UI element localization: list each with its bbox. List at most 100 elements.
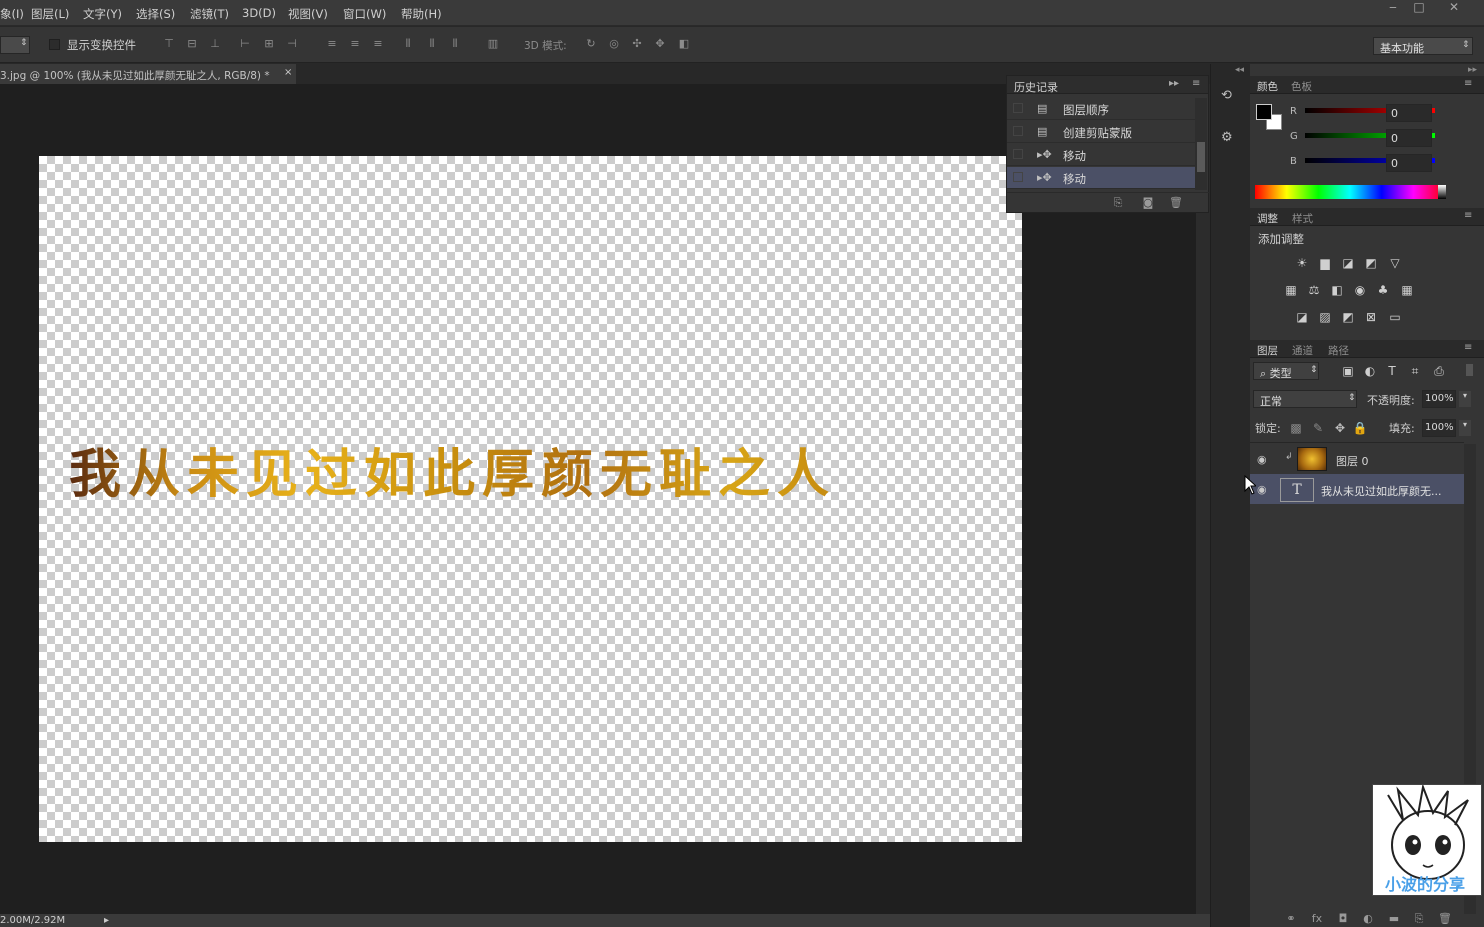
- distribute-bottom-icon[interactable]: ≡: [371, 37, 385, 51]
- menu-3d[interactable]: 3D(D): [242, 6, 276, 20]
- opacity-value[interactable]: 100%: [1422, 390, 1456, 408]
- distribute-left-icon[interactable]: ⦀: [401, 37, 415, 51]
- maximize-button[interactable]: □: [1405, 0, 1433, 14]
- align-top-icon[interactable]: ⊤: [162, 37, 176, 51]
- exposure-icon[interactable]: ◩: [1363, 256, 1379, 270]
- lock-position-icon[interactable]: ✥: [1332, 421, 1348, 435]
- fill-value[interactable]: 100%: [1422, 419, 1456, 437]
- history-item[interactable]: ▸✥ 移动: [1007, 144, 1195, 166]
- 3d-rotate-icon[interactable]: ↻: [584, 37, 598, 51]
- history-scrollbar[interactable]: [1195, 98, 1207, 190]
- bw-ramp[interactable]: [1438, 185, 1446, 199]
- eye-visibility-icon[interactable]: ◉: [1257, 483, 1267, 496]
- menu-help[interactable]: 帮助(H): [401, 6, 442, 22]
- fx-icon[interactable]: fx: [1309, 911, 1325, 927]
- status-menu-arrow-icon[interactable]: ▸: [104, 915, 109, 926]
- scrollbar-thumb[interactable]: [1197, 142, 1205, 172]
- align-bottom-icon[interactable]: ⊥: [208, 37, 222, 51]
- foreground-color-swatch[interactable]: [1256, 104, 1272, 120]
- close-tab-icon[interactable]: ×: [284, 67, 292, 78]
- lock-all-icon[interactable]: 🔒: [1352, 421, 1368, 435]
- camera-snapshot-icon[interactable]: ◙: [1140, 195, 1156, 211]
- document-tab[interactable]: 3.jpg @ 100% (我从未见过如此厚颜无耻之人, RGB/8) * ×: [0, 64, 296, 84]
- layer-row-selected[interactable]: ◉ T 我从未见过如此厚颜无...: [1250, 474, 1464, 504]
- selective-color-icon[interactable]: ⊠: [1363, 310, 1379, 324]
- panel-menu-icon[interactable]: ≡: [1464, 78, 1472, 89]
- chevron-down-icon[interactable]: ▾: [1459, 420, 1471, 436]
- collapse-dock-icon[interactable]: ◂◂: [1235, 65, 1244, 75]
- history-item[interactable]: ▤ 创建剪贴蒙版: [1007, 121, 1195, 143]
- panel-menu-icon[interactable]: ≡: [1192, 78, 1200, 89]
- filter-toggle-switch[interactable]: [1466, 364, 1473, 376]
- menu-type[interactable]: 文字(Y): [83, 6, 122, 22]
- hue-saturation-icon[interactable]: ▦: [1283, 283, 1299, 297]
- vibrance-icon[interactable]: ▽: [1387, 256, 1403, 270]
- posterize-icon[interactable]: ▨: [1317, 310, 1333, 324]
- channel-g-value[interactable]: 0: [1386, 129, 1432, 147]
- properties-panel-icon[interactable]: ⚙: [1221, 130, 1239, 148]
- history-item[interactable]: ▸✥ 移动: [1007, 167, 1195, 189]
- show-transform-checkbox[interactable]: [49, 39, 60, 50]
- tab-adjustments[interactable]: 调整: [1257, 211, 1278, 226]
- menu-select[interactable]: 选择(S): [136, 6, 175, 22]
- trash-icon[interactable]: 🗑: [1168, 195, 1184, 211]
- gradient-map-icon[interactable]: ▭: [1387, 310, 1403, 324]
- channel-r-value[interactable]: 0: [1386, 104, 1432, 122]
- close-window-button[interactable]: ✕: [1440, 0, 1468, 14]
- auto-align-icon[interactable]: ▥: [486, 37, 500, 51]
- channel-mixer-icon[interactable]: ♣: [1375, 283, 1391, 297]
- 3d-slide-icon[interactable]: ✥: [653, 37, 667, 51]
- align-vcenter-icon[interactable]: ⊟: [185, 37, 199, 51]
- minimize-button[interactable]: ‒: [1379, 0, 1407, 14]
- chevron-down-icon[interactable]: ▾: [1459, 391, 1471, 407]
- menu-window[interactable]: 窗口(W): [343, 6, 386, 22]
- color-spectrum-ramp[interactable]: [1255, 185, 1445, 199]
- collapse-panel-icon[interactable]: ▸▸: [1169, 78, 1179, 89]
- curves-icon[interactable]: ◪: [1340, 256, 1356, 270]
- expand-panels-icon[interactable]: ▸▸: [1468, 65, 1477, 75]
- link-layers-icon[interactable]: ⚭: [1283, 911, 1299, 927]
- filter-shape-icon[interactable]: ⌗: [1407, 364, 1423, 378]
- history-panel-icon[interactable]: ⟲: [1221, 88, 1239, 106]
- distribute-hcenter-icon[interactable]: ⦀: [425, 37, 439, 51]
- history-source-checkbox[interactable]: [1013, 172, 1023, 182]
- lock-transparent-pixels-icon[interactable]: ▩: [1288, 421, 1304, 435]
- menu-layer[interactable]: 图层(L): [31, 6, 69, 22]
- tab-styles[interactable]: 样式: [1292, 211, 1313, 226]
- new-adjustment-layer-icon[interactable]: ◐: [1360, 911, 1376, 927]
- delete-layer-icon[interactable]: 🗑: [1437, 911, 1453, 927]
- color-balance-icon[interactable]: ⚖: [1306, 283, 1322, 297]
- eye-visibility-icon[interactable]: ◉: [1257, 453, 1267, 466]
- color-lookup-icon[interactable]: ▦: [1399, 283, 1415, 297]
- canvas-text-layer[interactable]: 我从未见过如此厚颜无耻之人: [69, 432, 1009, 507]
- history-source-checkbox[interactable]: [1013, 149, 1023, 159]
- layer-filter-dropdown[interactable]: ⌕ 类型 ⇕: [1253, 362, 1319, 380]
- levels-icon[interactable]: ▆: [1317, 256, 1333, 270]
- black-white-icon[interactable]: ◧: [1329, 283, 1345, 297]
- workspace-dropdown[interactable]: 基本功能 ⇕: [1373, 37, 1473, 55]
- align-left-icon[interactable]: ⊢: [238, 37, 252, 51]
- tab-color[interactable]: 颜色: [1257, 79, 1278, 94]
- filter-smart-object-icon[interactable]: ⎙: [1431, 364, 1447, 378]
- 3d-scale-icon[interactable]: ◧: [677, 37, 691, 51]
- filter-adjustment-icon[interactable]: ◐: [1362, 364, 1378, 378]
- distribute-top-icon[interactable]: ≡: [325, 37, 339, 51]
- menu-filter[interactable]: 滤镜(T): [190, 6, 229, 22]
- history-source-checkbox[interactable]: [1013, 126, 1023, 136]
- tab-layers[interactable]: 图层: [1257, 343, 1278, 358]
- photo-filter-icon[interactable]: ◉: [1352, 283, 1368, 297]
- lock-image-pixels-icon[interactable]: ✎: [1310, 421, 1326, 435]
- new-group-icon[interactable]: ▬: [1386, 911, 1402, 927]
- tab-swatches[interactable]: 色板: [1291, 79, 1312, 94]
- 3d-pan-icon[interactable]: ✣: [630, 37, 644, 51]
- tab-channels[interactable]: 通道: [1292, 343, 1313, 358]
- threshold-icon[interactable]: ◩: [1340, 310, 1356, 324]
- history-item[interactable]: ▤ 图层顺序: [1007, 98, 1195, 120]
- invert-icon[interactable]: ◪: [1294, 310, 1310, 324]
- history-source-checkbox[interactable]: [1013, 103, 1023, 113]
- document-canvas[interactable]: 我从未见过如此厚颜无耻之人: [39, 156, 1022, 842]
- menu-view[interactable]: 视图(V): [288, 6, 328, 22]
- new-document-from-state-icon[interactable]: ⎘: [1110, 195, 1126, 211]
- panel-menu-icon[interactable]: ≡: [1464, 342, 1472, 353]
- new-layer-icon[interactable]: ⎘: [1411, 911, 1427, 927]
